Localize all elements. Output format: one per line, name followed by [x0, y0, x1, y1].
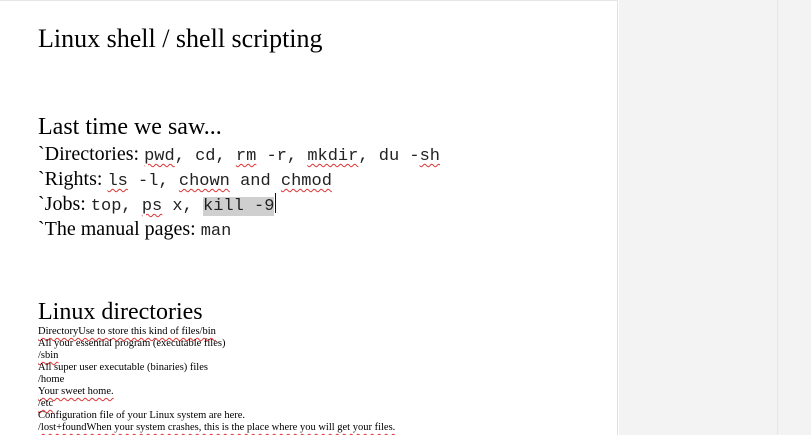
- command-separator: , cd,: [174, 147, 236, 166]
- command-separator: -l,: [127, 172, 179, 191]
- selected-text-kill[interactable]: kill -9: [203, 197, 275, 216]
- command-mkdir: mkdir: [307, 147, 359, 166]
- directory-line: /sbin: [38, 350, 59, 361]
- slide-title: Linux shell / shell scripting: [38, 24, 323, 53]
- command-separator: x,: [162, 197, 204, 216]
- directory-line: All your essential program (executable f…: [38, 338, 226, 349]
- command-chown: chown: [178, 172, 230, 191]
- document-page[interactable]: Linux shell / shell scripting Last time …: [0, 0, 618, 435]
- bullet-label: `Jobs:: [38, 193, 91, 215]
- text-cursor: [275, 193, 277, 213]
- command-chmod: chmod: [280, 172, 332, 191]
- command-separator: and: [229, 172, 281, 191]
- command-man: man: [200, 222, 232, 241]
- command-rm: rm: [235, 147, 257, 166]
- command-ps: ps: [141, 197, 163, 216]
- bullet-label: `Directories:: [38, 143, 145, 165]
- bullet-rights: `Rights: ls -l, chown and chmod: [38, 167, 332, 194]
- bullet-label: `The manual pages:: [38, 218, 201, 240]
- directory-line: Your sweet home.: [38, 386, 114, 397]
- command-ls: ls: [107, 172, 128, 191]
- bullet-label: `Rights:: [38, 168, 108, 190]
- command-du-sh: sh: [419, 147, 440, 166]
- directory-line: All super user executable (binaries) fil…: [38, 362, 208, 373]
- bullet-manual-pages: `The manual pages: man: [38, 217, 231, 244]
- section-heading-linux-directories: Linux directories: [38, 299, 203, 325]
- command-pwd: pwd: [144, 147, 175, 166]
- panel-divider: [777, 0, 778, 435]
- directory-line: /home: [38, 374, 65, 385]
- side-panel: [619, 0, 811, 435]
- directory-line: DirectoryUse to store this kind of files…: [38, 326, 216, 337]
- command-top: top,: [90, 197, 142, 216]
- bullet-directories: `Directories: pwd, cd, rm -r, mkdir, du …: [38, 142, 440, 169]
- bullet-jobs: `Jobs: top, ps x, kill -9: [38, 192, 277, 219]
- section-heading-last-time: Last time we saw...: [38, 114, 222, 140]
- directory-line: /lost+foundWhen your system crashes, thi…: [38, 422, 396, 433]
- directory-line: /etc: [38, 398, 54, 409]
- command-separator: -r,: [256, 147, 308, 166]
- directory-line: Configuration file of your Linux system …: [38, 410, 246, 421]
- command-separator: , du -: [358, 147, 420, 166]
